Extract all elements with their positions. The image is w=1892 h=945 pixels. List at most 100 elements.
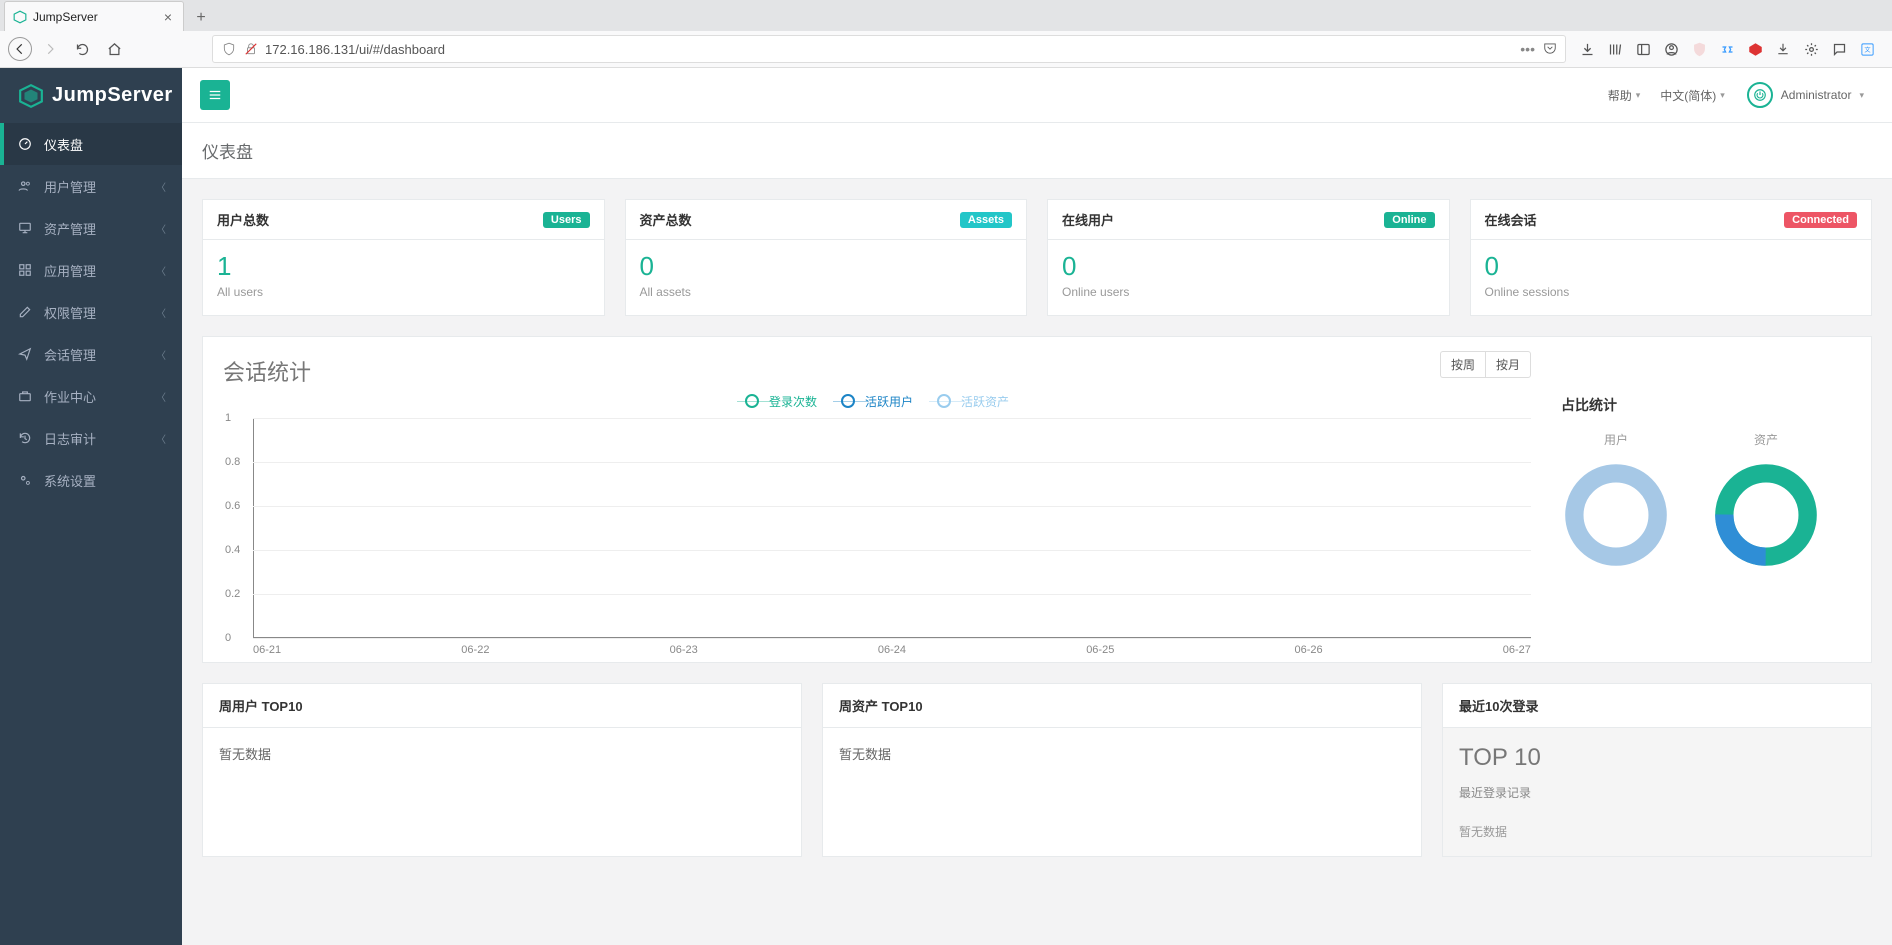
- y-tick: 0.6: [225, 500, 240, 512]
- x-tick: 06-25: [1086, 644, 1114, 656]
- sidebar-item-perms[interactable]: 权限管理 〈: [0, 291, 182, 333]
- users-icon: [16, 179, 34, 193]
- sidebar-item-jobs[interactable]: 作业中心 〈: [0, 375, 182, 417]
- y-tick: 0.8: [225, 456, 240, 468]
- send-icon: [16, 347, 34, 361]
- sidebar-item-label: 资产管理: [44, 219, 156, 238]
- stat-card-online-users: 在线用户 Online 0 Online users: [1047, 199, 1450, 316]
- top-users-body: 暂无数据: [203, 728, 801, 779]
- forward-button[interactable]: [36, 35, 64, 63]
- sidebar-item-settings[interactable]: 系统设置: [0, 459, 182, 501]
- library-icon[interactable]: [1606, 40, 1624, 58]
- desktop-icon: [16, 221, 34, 235]
- logo-text: JumpServer: [52, 84, 173, 107]
- tab-strip: JumpServer × +: [0, 0, 1892, 31]
- sidebar-menu: 仪表盘 用户管理 〈 资产管理 〈 应用管理 〈 权限管理 〈: [0, 123, 182, 501]
- download-icon[interactable]: [1578, 40, 1596, 58]
- session-title: 会话统计: [223, 355, 1531, 387]
- x-tick: 06-24: [878, 644, 906, 656]
- toolbar-icons: 文: [1578, 40, 1884, 58]
- sidebar-toggle-icon[interactable]: [1634, 40, 1652, 58]
- stat-value: 0: [1062, 252, 1435, 281]
- donut-assets-chart: [1711, 460, 1821, 570]
- y-tick: 0: [225, 632, 231, 644]
- stat-title: 用户总数: [217, 210, 269, 229]
- range-month-button[interactable]: 按月: [1485, 351, 1531, 378]
- top-assets-card: 周资产 TOP10 暂无数据: [822, 683, 1422, 857]
- legend-active-users[interactable]: 活跃用户: [841, 393, 913, 410]
- user-dropdown[interactable]: Administrator ▾: [1735, 82, 1874, 108]
- tab-close-icon[interactable]: ×: [161, 9, 175, 25]
- recent-logins-title: 最近10次登录: [1443, 684, 1871, 728]
- more-dots-icon[interactable]: •••: [1520, 41, 1535, 57]
- home-button[interactable]: [100, 35, 128, 63]
- translate-icon[interactable]: 文: [1858, 40, 1876, 58]
- top-users-title: 周用户 TOP10: [203, 684, 801, 728]
- abp-icon[interactable]: [1746, 40, 1764, 58]
- legend-active-assets[interactable]: 活跃资产: [937, 393, 1009, 410]
- stat-card-assets: 资产总数 Assets 0 All assets: [625, 199, 1028, 316]
- browser-chrome: JumpServer × + •••: [0, 0, 1892, 68]
- extension-icon[interactable]: [1718, 40, 1736, 58]
- donut-users: 用户: [1561, 431, 1671, 570]
- download2-icon[interactable]: [1774, 40, 1792, 58]
- sidebar: JumpServer 仪表盘 用户管理 〈 资产管理 〈 应用管理 〈: [0, 68, 182, 945]
- sidebar-toggle-button[interactable]: [200, 80, 230, 110]
- back-button[interactable]: [8, 37, 32, 61]
- sidebar-item-assets[interactable]: 资产管理 〈: [0, 207, 182, 249]
- topbar: 帮助 ▾ 中文(简体) ▾ Administrator ▾: [182, 68, 1892, 123]
- account-icon[interactable]: [1662, 40, 1680, 58]
- sidebar-item-label: 日志审计: [44, 429, 156, 448]
- history-icon: [16, 431, 34, 445]
- stat-sub: Online sessions: [1485, 285, 1858, 299]
- y-tick: 1: [225, 412, 231, 424]
- sidebar-item-label: 会话管理: [44, 345, 156, 364]
- sidebar-item-label: 作业中心: [44, 387, 156, 406]
- status-badge: Connected: [1784, 212, 1857, 228]
- stat-sub: All assets: [640, 285, 1013, 299]
- tab-title: JumpServer: [33, 10, 161, 24]
- range-week-button[interactable]: 按周: [1440, 351, 1485, 378]
- content: 用户总数 Users 1 All users 资产总数 Assets 0: [182, 179, 1892, 945]
- tab-favicon-icon: [13, 10, 27, 24]
- y-tick: 0.4: [225, 544, 240, 556]
- adblock-shield-icon[interactable]: [1690, 40, 1708, 58]
- nav-bar: ••• 文: [0, 31, 1892, 67]
- chart-range-group: 按周 按月: [1440, 351, 1531, 378]
- session-panel: 按周 按月 会话统计 登录次数 活跃用户 活跃资产 00.20.40.60.81…: [202, 336, 1872, 663]
- logo[interactable]: JumpServer: [0, 68, 182, 123]
- url-bar[interactable]: •••: [212, 35, 1566, 63]
- sidebar-item-audits[interactable]: 日志审计 〈: [0, 417, 182, 459]
- briefcase-icon: [16, 389, 34, 403]
- top-assets-body: 暂无数据: [823, 728, 1421, 779]
- help-dropdown[interactable]: 帮助 ▾: [1598, 87, 1651, 104]
- url-right-icons: •••: [1520, 41, 1557, 57]
- language-dropdown[interactable]: 中文(简体) ▾: [1650, 87, 1735, 104]
- chat-icon[interactable]: [1830, 40, 1848, 58]
- sidebar-item-dashboard[interactable]: 仪表盘: [0, 123, 182, 165]
- session-chart-area: 按周 按月 会话统计 登录次数 活跃用户 活跃资产 00.20.40.60.81…: [223, 355, 1531, 638]
- x-tick: 06-23: [670, 644, 698, 656]
- url-input[interactable]: [265, 42, 1520, 57]
- reload-button[interactable]: [68, 35, 96, 63]
- stat-value: 0: [640, 252, 1013, 281]
- pocket-icon[interactable]: [1543, 41, 1557, 57]
- browser-tab[interactable]: JumpServer ×: [4, 1, 184, 31]
- language-label: 中文(简体): [1660, 87, 1716, 104]
- sidebar-item-users[interactable]: 用户管理 〈: [0, 165, 182, 207]
- dashboard-icon: [16, 137, 34, 151]
- bottom-row: 周用户 TOP10 暂无数据 周资产 TOP10 暂无数据 最近10次登录 TO…: [202, 683, 1872, 857]
- ratio-area: 占比统计 用户 资产: [1531, 355, 1851, 638]
- sidebar-item-apps[interactable]: 应用管理 〈: [0, 249, 182, 291]
- svg-text:文: 文: [1864, 45, 1871, 54]
- x-tick: 06-22: [461, 644, 489, 656]
- new-tab-button[interactable]: +: [188, 5, 214, 31]
- chevron-down-icon: ▾: [1859, 90, 1864, 101]
- legend-login-count[interactable]: 登录次数: [745, 393, 817, 410]
- sidebar-item-sessions[interactable]: 会话管理 〈: [0, 333, 182, 375]
- stat-title: 在线用户: [1062, 210, 1114, 229]
- gear-icon[interactable]: [1802, 40, 1820, 58]
- recent-logins-card: 最近10次登录 TOP 10 最近登录记录 暂无数据: [1442, 683, 1872, 857]
- stat-sub: All users: [217, 285, 590, 299]
- stat-title: 资产总数: [640, 210, 692, 229]
